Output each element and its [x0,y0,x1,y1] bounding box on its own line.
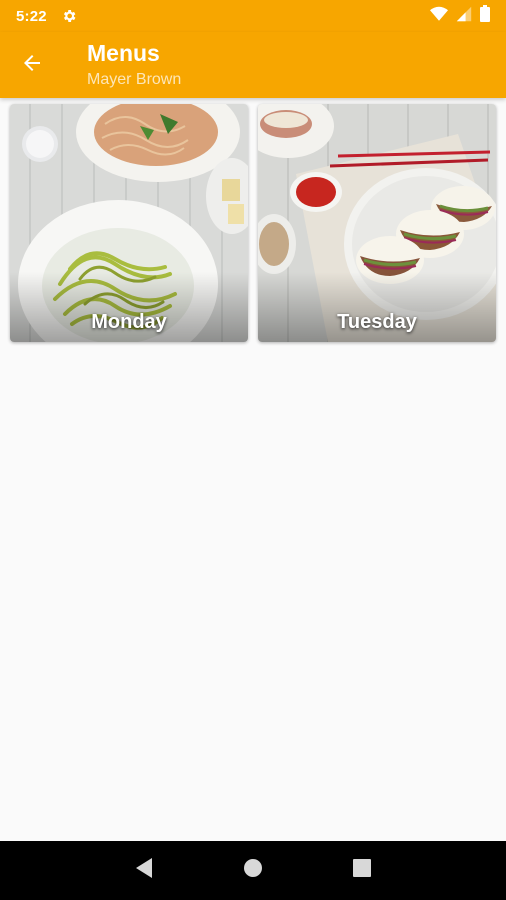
app-bar-titles: Menus Mayer Brown [87,39,181,91]
back-triangle-icon [134,857,154,884]
menu-grid: Monday Tuesday [10,104,498,342]
app-bar: Menus Mayer Brown [0,32,506,98]
nav-back-button[interactable] [124,851,164,891]
page-subtitle: Mayer Brown [87,71,182,88]
menu-card-monday[interactable]: Monday [10,104,248,342]
cell-signal-icon [456,6,472,27]
nav-recents-button[interactable] [342,851,382,891]
home-circle-icon [243,858,263,883]
nav-home-button[interactable] [233,851,273,891]
status-time: 5:22 [16,7,47,25]
settings-gear-icon [61,8,77,24]
menu-card-label: Monday [91,311,167,333]
system-nav-bar [0,841,506,900]
menu-card-label: Tuesday [337,311,417,333]
recents-square-icon [352,859,371,882]
battery-icon [480,5,490,27]
status-icons [430,5,490,27]
page-title: Menus [87,40,160,66]
back-button[interactable] [0,33,64,97]
status-bar: 5:22 [0,0,506,32]
arrow-back-icon [20,51,44,80]
menu-card-tuesday[interactable]: Tuesday [258,104,496,342]
wifi-icon [430,6,448,27]
